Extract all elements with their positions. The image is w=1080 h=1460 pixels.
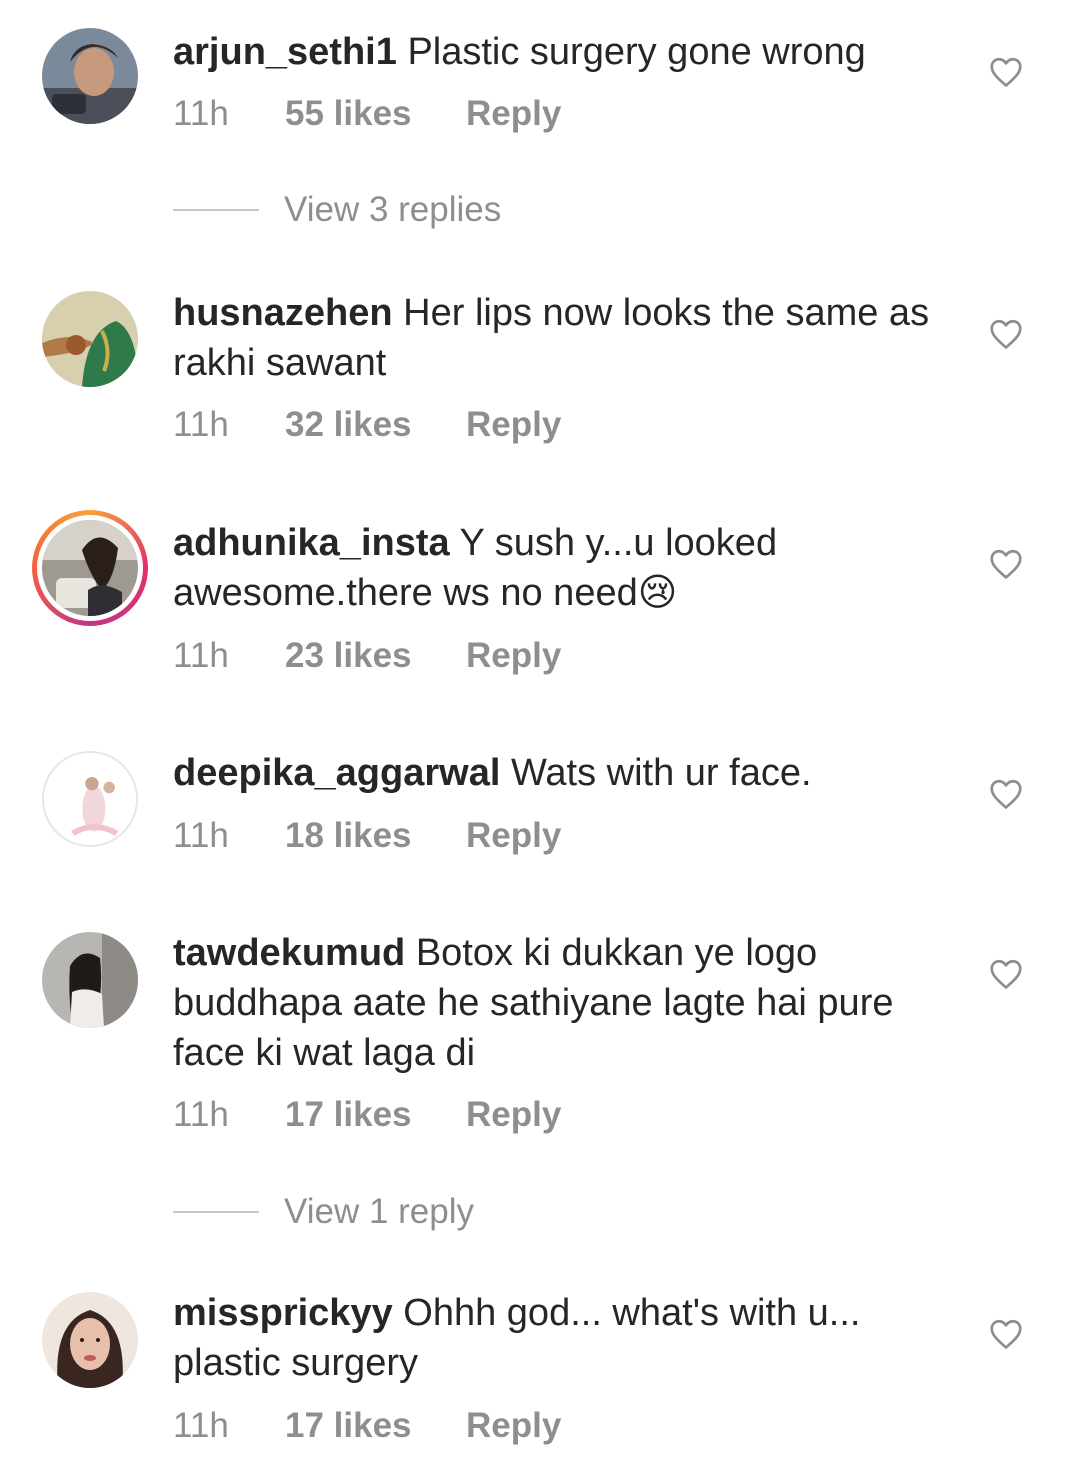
comment-time: 11h xyxy=(173,636,229,675)
comment-body: Plastic surgery gone wrong xyxy=(407,31,866,73)
reply-button[interactable]: Reply xyxy=(466,1095,561,1135)
comment-username[interactable]: tawdekumud xyxy=(173,932,405,974)
comment-username[interactable]: husnazehen xyxy=(173,292,393,334)
comment-body: Wats with ur face. xyxy=(510,752,812,794)
heart-outline-icon[interactable] xyxy=(988,316,1024,352)
avatar-image xyxy=(44,753,136,845)
comment-username[interactable]: deepika_aggarwal xyxy=(173,752,500,794)
avatar-image xyxy=(42,932,138,1028)
view-replies-divider xyxy=(173,209,259,211)
comment-username[interactable]: adhunika_insta xyxy=(173,522,450,564)
avatar[interactable] xyxy=(42,28,138,124)
avatar[interactable] xyxy=(42,932,138,1028)
heart-outline-icon[interactable] xyxy=(988,546,1024,582)
view-replies-button[interactable]: View 1 reply xyxy=(173,1192,474,1232)
comment-text-block: missprickyy Ohhh god... what's with u...… xyxy=(173,1288,953,1388)
reply-button[interactable]: Reply xyxy=(466,636,561,676)
view-replies-divider xyxy=(173,1211,259,1213)
comment-text-block: deepika_aggarwal Wats with ur face. xyxy=(173,748,953,798)
comment-likes[interactable]: 18 likes xyxy=(285,816,466,856)
comment-likes[interactable]: 17 likes xyxy=(285,1406,466,1446)
comment-likes[interactable]: 17 likes xyxy=(285,1095,466,1135)
comment-meta: 11h 55 likes Reply xyxy=(173,94,561,134)
comment-text-block: arjun_sethi1 Plastic surgery gone wrong xyxy=(173,27,953,77)
comment-username[interactable]: missprickyy xyxy=(173,1292,393,1334)
heart-outline-icon[interactable] xyxy=(988,956,1024,992)
comment-likes[interactable]: 55 likes xyxy=(285,94,466,134)
avatar xyxy=(42,520,138,616)
comment-likes[interactable]: 23 likes xyxy=(285,636,466,676)
heart-outline-icon[interactable] xyxy=(988,776,1024,812)
view-replies-label: View 3 replies xyxy=(284,190,502,229)
reply-button[interactable]: Reply xyxy=(466,94,561,134)
view-replies-button[interactable]: View 3 replies xyxy=(173,190,501,230)
avatar[interactable] xyxy=(42,291,138,387)
comment-text-block: husnazehen Her lips now looks the same a… xyxy=(173,288,953,388)
comment-text-block: tawdekumud Botox ki dukkan ye logo buddh… xyxy=(173,928,953,1078)
comment-meta: 11h 32 likes Reply xyxy=(173,405,561,445)
comment-time: 11h xyxy=(173,816,229,855)
avatar-image xyxy=(42,520,138,616)
reply-button[interactable]: Reply xyxy=(466,816,561,856)
comment-text-block: adhunika_insta Y sush y...u looked aweso… xyxy=(173,518,953,618)
comment-likes[interactable]: 32 likes xyxy=(285,405,466,445)
view-replies-label: View 1 reply xyxy=(284,1192,475,1231)
avatar[interactable] xyxy=(42,751,138,847)
comment-time: 11h xyxy=(173,94,229,133)
comment-username[interactable]: arjun_sethi1 xyxy=(173,31,397,73)
comment-time: 11h xyxy=(173,1095,229,1134)
avatar-image xyxy=(42,28,138,124)
heart-outline-icon[interactable] xyxy=(988,1316,1024,1352)
comment-time: 11h xyxy=(173,1406,229,1445)
comment-meta: 11h 23 likes Reply xyxy=(173,636,561,676)
avatar[interactable] xyxy=(42,1292,138,1388)
heart-outline-icon[interactable] xyxy=(988,54,1024,90)
reply-button[interactable]: Reply xyxy=(466,1406,561,1446)
avatar-image xyxy=(42,1292,138,1388)
comment-meta: 11h 18 likes Reply xyxy=(173,816,561,856)
reply-button[interactable]: Reply xyxy=(466,405,561,445)
comment-time: 11h xyxy=(173,405,229,444)
comment-meta: 11h 17 likes Reply xyxy=(173,1406,561,1446)
avatar-story-ring[interactable] xyxy=(32,510,148,626)
comment-meta: 11h 17 likes Reply xyxy=(173,1095,561,1135)
avatar-image xyxy=(42,291,138,387)
